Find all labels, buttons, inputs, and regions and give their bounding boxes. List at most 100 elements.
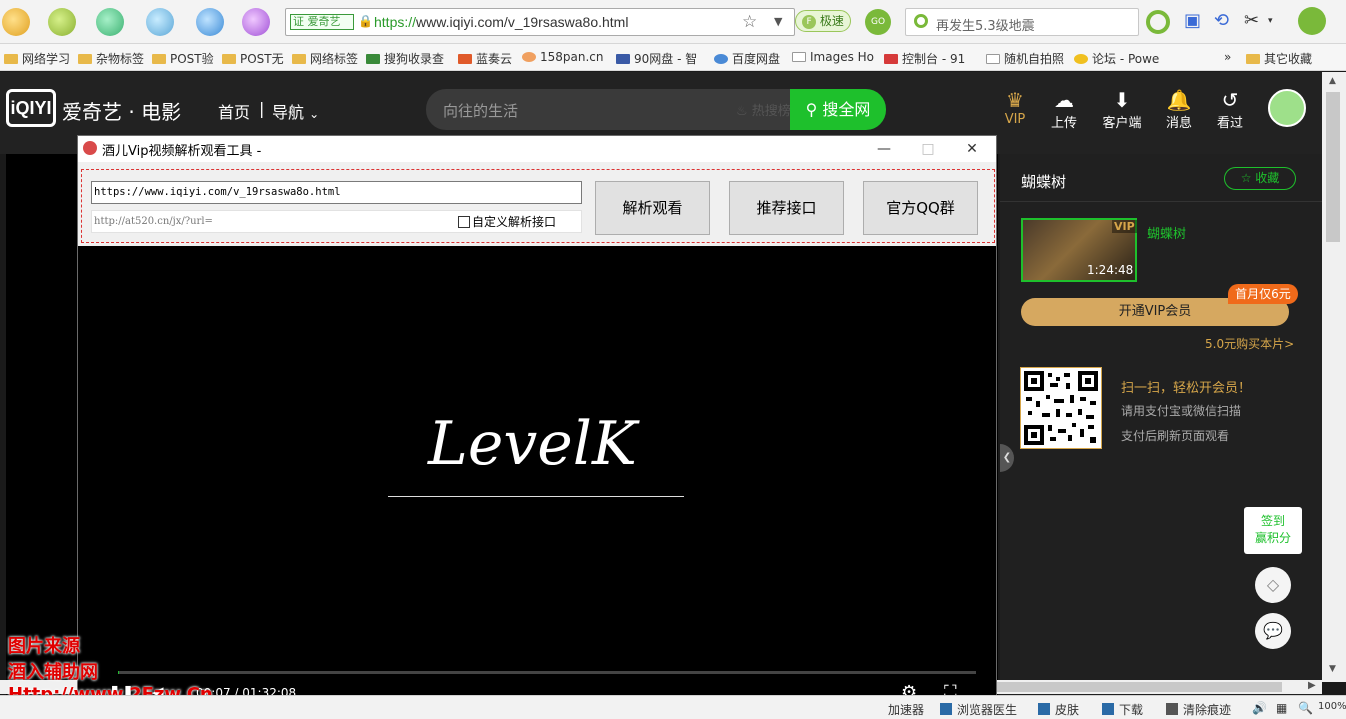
iqiyi-logo[interactable]: iQIYI bbox=[6, 89, 56, 127]
diamond-icon[interactable]: ◇ bbox=[1255, 567, 1291, 603]
vertical-scrollbar[interactable]: ▲ ▼ bbox=[1322, 72, 1346, 682]
scroll-down-icon[interactable]: ▼ bbox=[1329, 664, 1336, 674]
url-text[interactable]: https://www.iqiyi.com/v_19rsaswa8o.html bbox=[374, 14, 628, 30]
zoom-icon[interactable]: 🔍 bbox=[1298, 701, 1313, 715]
bookmark-label: 论坛 - Powe bbox=[1092, 52, 1160, 66]
bookmark-link[interactable]: 控制台 - 91 bbox=[884, 50, 974, 67]
bookmark-folder[interactable]: 杂物标签 bbox=[78, 50, 146, 67]
scrollbar-thumb[interactable] bbox=[1326, 92, 1340, 242]
folder-icon bbox=[78, 54, 92, 64]
favorite-star-icon[interactable]: ☆ bbox=[742, 12, 757, 32]
bookmark-link[interactable]: 论坛 - Powe bbox=[1074, 50, 1164, 67]
extension-icon-3[interactable] bbox=[96, 8, 124, 36]
collect-label: 收藏 bbox=[1255, 171, 1280, 185]
settings-gear-icon[interactable] bbox=[1298, 7, 1326, 35]
address-bar[interactable]: 证 爱奇艺 🔒 https://www.iqiyi.com/v_19rsaswa… bbox=[285, 8, 795, 36]
bookmark-folder[interactable]: POST验 bbox=[152, 50, 218, 67]
browser-doctor-button[interactable]: 浏览器医生 bbox=[940, 701, 1017, 718]
progress-bar[interactable] bbox=[118, 671, 976, 674]
buy-film-link[interactable]: 5.0元购买本片> bbox=[1205, 335, 1294, 352]
url-dropdown-icon[interactable]: ▼ bbox=[774, 15, 782, 28]
bookmark-label: 158pan.cn bbox=[540, 50, 604, 64]
folder-icon bbox=[4, 54, 18, 64]
scissors-icon[interactable]: ✂ bbox=[1244, 10, 1259, 31]
nav-home-link[interactable]: 首页 bbox=[218, 99, 250, 123]
bookmark-folder-other[interactable]: 其它收藏 bbox=[1246, 50, 1322, 67]
nav-guide-menu[interactable]: 导航 ⌄ bbox=[272, 99, 319, 123]
go-button[interactable]: GO bbox=[865, 9, 891, 35]
video-overlay-title: LevelK bbox=[428, 409, 637, 479]
bookmark-label: 网络学习 bbox=[22, 52, 71, 66]
folder-icon bbox=[1246, 54, 1260, 64]
crown-icon: ♛ bbox=[1006, 88, 1024, 112]
sign-label-1: 签到 bbox=[1260, 514, 1285, 528]
header-vip-button[interactable]: ♛ VIP bbox=[990, 88, 1040, 127]
header-history-button[interactable]: ↺ 看过 bbox=[1205, 88, 1255, 131]
bookmark-link[interactable]: Images Ho bbox=[792, 50, 876, 64]
nav-guide-label: 导航 bbox=[272, 103, 305, 122]
download-button[interactable]: 下载 bbox=[1102, 701, 1143, 718]
extension-icon-5[interactable] bbox=[196, 8, 224, 36]
extension-icon-1[interactable] bbox=[2, 8, 30, 36]
image-icon[interactable]: ▦ bbox=[1276, 701, 1287, 715]
episode-title[interactable]: 蝴蝶树 bbox=[1147, 223, 1186, 242]
bookmark-link[interactable]: 蓝奏云 bbox=[458, 50, 518, 67]
clear-traces-button[interactable]: 清除痕迹 bbox=[1166, 701, 1231, 718]
official-qq-group-button[interactable]: 官方QQ群 bbox=[863, 181, 978, 235]
thumbnail-vip-badge: VIP bbox=[1112, 220, 1137, 233]
accelerator-button[interactable]: 加速器 bbox=[888, 701, 924, 718]
scroll-right-icon[interactable]: ▶ bbox=[1308, 680, 1316, 691]
bookmark-link[interactable]: 随机自拍照 bbox=[986, 50, 1070, 67]
window-titlebar[interactable]: 酒儿Vip视频解析观看工具 - — □ ✕ bbox=[78, 136, 996, 162]
recommend-api-button[interactable]: 推荐接口 bbox=[729, 181, 844, 235]
header-upload-button[interactable]: ☁ 上传 bbox=[1039, 88, 1089, 131]
custom-api-checkbox[interactable]: 自定义解析接口 bbox=[458, 213, 556, 230]
zoom-value[interactable]: 100% bbox=[1318, 701, 1346, 712]
bookmarks-more-button[interactable]: » bbox=[1224, 50, 1238, 64]
site-search-button[interactable]: ⚲ 搜全网 bbox=[790, 89, 886, 130]
site-brand[interactable]: 爱奇艺 · 电影 bbox=[62, 96, 181, 125]
browser-search-box[interactable]: 再发生5.3级地震 bbox=[905, 8, 1139, 36]
bookmark-link[interactable]: 158pan.cn bbox=[522, 50, 604, 64]
speed-mode-button[interactable]: F 极速 bbox=[795, 10, 851, 32]
feedback-chat-icon[interactable]: 💬 bbox=[1255, 613, 1291, 649]
sign-in-reward-button[interactable]: 签到 赢积分 bbox=[1244, 507, 1302, 554]
refresh-capture-icon[interactable]: ⟲ bbox=[1214, 10, 1229, 31]
user-avatar[interactable] bbox=[1268, 89, 1306, 127]
certificate-badge[interactable]: 证 爱奇艺 bbox=[290, 14, 354, 30]
collect-button[interactable]: ☆ 收藏 bbox=[1224, 167, 1296, 190]
header-messages-button[interactable]: 🔔 消息 bbox=[1154, 88, 1204, 131]
checkbox-box[interactable] bbox=[458, 216, 470, 228]
lanzou-icon bbox=[458, 54, 472, 64]
skin-icon bbox=[1038, 703, 1050, 715]
speaker-icon[interactable]: 🔊 bbox=[1252, 701, 1267, 715]
bookmark-folder[interactable]: POST无 bbox=[222, 50, 288, 67]
hot-search-link[interactable]: ♨ 热搜榜 bbox=[736, 100, 791, 119]
skin-button[interactable]: 皮肤 bbox=[1038, 701, 1079, 718]
apps-icon[interactable]: ▣ bbox=[1184, 10, 1201, 31]
bookmark-label: 百度网盘 bbox=[732, 52, 781, 66]
bookmark-folder[interactable]: 网络学习 bbox=[4, 50, 72, 67]
minimize-button[interactable]: — bbox=[862, 138, 906, 160]
window-title: 酒儿Vip视频解析观看工具 - bbox=[102, 144, 262, 159]
close-button[interactable]: ✕ bbox=[950, 138, 994, 160]
window-controls-area: https://www.iqiyi.com/v_19rsaswa8o.html … bbox=[78, 162, 996, 246]
extension-icon-2[interactable] bbox=[48, 8, 76, 36]
bookmark-label: 90网盘 - 智 bbox=[634, 52, 698, 66]
header-client-button[interactable]: ⬇ 客户端 bbox=[1097, 88, 1147, 131]
scissors-dropdown-icon[interactable]: ▾ bbox=[1268, 16, 1273, 26]
star-extension-icon[interactable] bbox=[242, 8, 270, 36]
search-icon[interactable] bbox=[1146, 10, 1170, 34]
bookmark-folder[interactable]: 网络标签 bbox=[292, 50, 360, 67]
video-url-input[interactable]: https://www.iqiyi.com/v_19rsaswa8o.html bbox=[91, 181, 582, 204]
bookmark-link[interactable]: 百度网盘 bbox=[714, 50, 788, 67]
maximize-button[interactable]: □ bbox=[906, 138, 950, 160]
broom-icon bbox=[1166, 703, 1178, 715]
bookmark-link[interactable]: 搜狗收录查 bbox=[366, 50, 450, 67]
baidu-pan-icon bbox=[714, 54, 728, 64]
extension-icon-4[interactable] bbox=[146, 8, 174, 36]
bookmark-link[interactable]: 90网盘 - 智 bbox=[616, 50, 708, 67]
parse-watch-button[interactable]: 解析观看 bbox=[595, 181, 710, 235]
scroll-up-icon[interactable]: ▲ bbox=[1329, 76, 1336, 86]
embedded-video[interactable]: LevelK bbox=[78, 246, 996, 709]
